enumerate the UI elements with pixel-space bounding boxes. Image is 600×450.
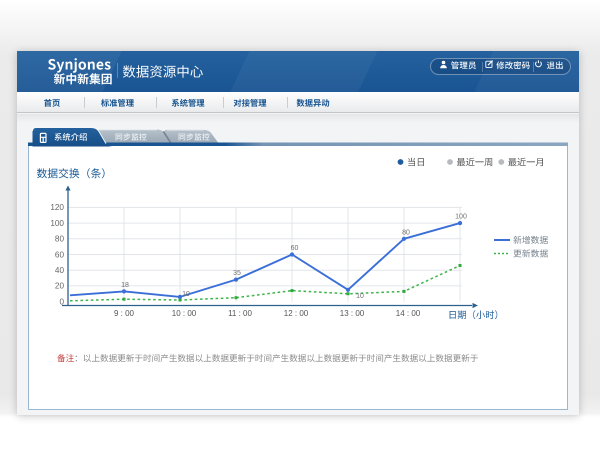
svg-text:120: 120 [50,203,64,212]
svg-text:11 : 00: 11 : 00 [228,309,252,318]
svg-text:20: 20 [55,282,65,291]
svg-text:14 : 00: 14 : 00 [396,309,421,318]
svg-text:18: 18 [121,282,129,289]
svg-text:13 : 00: 13 : 00 [340,309,365,318]
svg-text:10: 10 [356,293,364,300]
svg-text:100: 100 [455,214,467,221]
svg-text:80: 80 [402,229,410,236]
svg-text:40: 40 [55,266,65,275]
svg-text:9 : 00: 9 : 00 [114,309,135,318]
svg-text:12 : 00: 12 : 00 [284,309,309,318]
svg-text:10 : 00: 10 : 00 [172,309,197,318]
svg-text:100: 100 [50,219,64,228]
svg-text:0: 0 [59,297,64,306]
svg-text:35: 35 [233,270,241,277]
svg-text:60: 60 [291,245,299,252]
svg-text:80: 80 [55,235,65,244]
svg-text:10: 10 [182,291,190,298]
svg-text:60: 60 [55,250,65,259]
